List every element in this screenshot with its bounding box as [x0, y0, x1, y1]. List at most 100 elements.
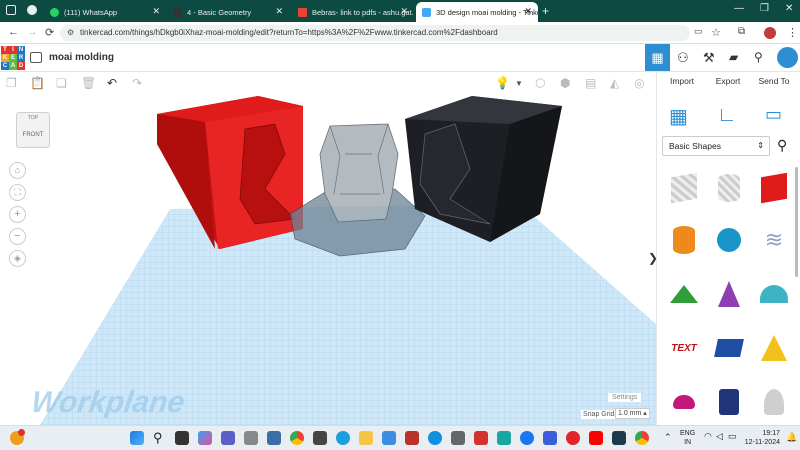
workplane-viewport[interactable]: Workplane TOP FRONT ⌂ ⛶ + − ◈ Settings S… [0, 94, 656, 425]
forward-icon[interactable]: → [27, 26, 38, 38]
export-button[interactable]: Export [705, 76, 751, 86]
add-user-icon[interactable]: ⚲ [754, 50, 763, 64]
wps-icon[interactable] [474, 431, 488, 445]
close-icon[interactable]: ✕ [400, 6, 408, 17]
shape-cone-purple[interactable] [707, 272, 751, 316]
tab-tinkercad[interactable]: 3D design moai molding - Tinke... ✕ [416, 2, 538, 22]
light-bulb-icon[interactable]: 💡 [495, 76, 510, 90]
shape-roof-green[interactable] [662, 272, 706, 316]
align-icon[interactable]: ▤ [585, 76, 596, 90]
notes-tool-icon[interactable]: ▭ [765, 104, 782, 125]
view-cube[interactable]: TOP FRONT [16, 112, 50, 148]
url-field[interactable]: ⚙ tinkercad.com/things/hDkgb0iXhaz-moai-… [60, 25, 690, 41]
extensions-icon[interactable]: ⧉ [738, 26, 745, 37]
ungroup-icon[interactable]: ⬢ [560, 76, 570, 90]
mirror-icon[interactable]: ◭ [610, 76, 619, 90]
bricks-icon[interactable]: ⚒ [703, 50, 715, 66]
bookmark-star-icon[interactable]: ☆ [711, 26, 721, 39]
chevron-up-icon[interactable]: ⌃ [664, 432, 672, 443]
chrome-menu-icon[interactable]: ⋮ [787, 26, 798, 39]
battery-icon[interactable]: ▭ [728, 431, 737, 442]
chrome-profile-icon[interactable] [27, 5, 37, 15]
shape-cylinder-striped[interactable] [707, 166, 751, 210]
reload-icon[interactable]: ⟳ [45, 26, 54, 39]
3d-view-button[interactable]: ▦ [645, 44, 670, 71]
settings-button[interactable]: Settings [608, 393, 642, 402]
tab-bebras[interactable]: Bebras- link to pdfs - ashu.gat... ✕ [292, 2, 414, 22]
panel-scrollbar[interactable] [795, 167, 798, 277]
file-explorer-icon[interactable] [359, 431, 373, 445]
fit-view-button[interactable]: ⛶ [9, 184, 26, 201]
facebook-icon[interactable] [520, 431, 534, 445]
shape-category-select[interactable]: Basic Shapes ⇕ [662, 136, 770, 156]
notifications-bell-icon[interactable]: 🔔 [786, 432, 797, 443]
app-icon-6[interactable] [612, 431, 626, 445]
shape-cylinder-orange[interactable] [662, 218, 706, 262]
close-icon[interactable]: ✕ [524, 6, 532, 17]
minimize-button[interactable]: — [734, 3, 744, 14]
camera-icon[interactable] [451, 431, 465, 445]
shape-box-striped[interactable] [662, 166, 706, 210]
site-info-icon[interactable]: ⚙ [67, 25, 74, 41]
design-list-icon[interactable] [30, 52, 42, 63]
view-cube-front[interactable]: FRONT [17, 132, 49, 138]
blocks-icon[interactable]: ⚇ [677, 50, 689, 66]
redo-icon[interactable]: ↷ [132, 76, 142, 90]
zoom-in-button[interactable]: + [9, 206, 26, 223]
shape-text-red[interactable]: TEXT [662, 326, 706, 370]
ruler-tool-icon[interactable]: ∟ [717, 104, 737, 127]
copy-icon[interactable]: ❐ [6, 76, 17, 90]
tab-basic-geometry[interactable]: 4 - Basic Geometry ✕ [167, 2, 289, 22]
photos-icon[interactable] [382, 431, 396, 445]
search-shapes-icon[interactable]: ⚲ [777, 137, 787, 154]
sim-lab-icon[interactable]: ▰ [729, 50, 738, 64]
maximize-button[interactable]: ❐ [760, 3, 769, 14]
task-view-icon[interactable] [175, 431, 189, 445]
shape-paraboloid-grey[interactable] [752, 380, 796, 424]
close-icon[interactable]: ✕ [152, 6, 160, 17]
workplane-canvas[interactable]: Workplane [0, 94, 656, 425]
shape-box-red[interactable] [752, 166, 796, 210]
transparent-moai-object[interactable] [289, 123, 426, 257]
app-icon-3[interactable] [405, 431, 419, 445]
view-cube-top[interactable]: TOP [17, 115, 49, 121]
snap-grid-select[interactable]: 1.0 mm ▴ [615, 408, 650, 419]
duplicate-icon[interactable]: ❏ [56, 76, 67, 90]
undo-icon[interactable]: ↶ [107, 76, 117, 90]
user-avatar[interactable] [777, 47, 798, 68]
new-tab-button[interactable]: + [542, 4, 549, 18]
app-icon-4[interactable] [497, 431, 511, 445]
tab-list-icon[interactable] [6, 5, 16, 15]
window-close-button[interactable]: ✕ [785, 3, 793, 14]
perspective-button[interactable]: ◈ [9, 250, 26, 267]
tab-whatsapp[interactable]: (111) WhatsApp ✕ [44, 2, 166, 22]
app-icon-1[interactable] [244, 431, 258, 445]
shape-half-sphere-pink[interactable] [662, 380, 706, 424]
shape-prism-blue[interactable] [707, 326, 751, 370]
send-to-button[interactable]: Send To [751, 76, 797, 86]
clock[interactable]: 19:17 12-11-2024 [744, 429, 780, 447]
shape-scribble[interactable]: ≋ [752, 218, 796, 262]
delete-icon[interactable]: 🗑 [81, 76, 96, 90]
skype-icon[interactable] [428, 431, 442, 445]
back-icon[interactable]: ← [8, 26, 19, 38]
chrome-icon[interactable] [290, 431, 304, 445]
profile-avatar[interactable] [764, 27, 776, 39]
volume-icon[interactable]: ◁ [716, 431, 723, 442]
youtube-icon[interactable] [589, 431, 603, 445]
chrome-active-icon[interactable] [635, 431, 649, 445]
shape-round-roof-teal[interactable] [752, 272, 796, 316]
teams-icon[interactable] [221, 431, 235, 445]
shape-sphere-blue[interactable] [707, 218, 751, 262]
search-icon[interactable]: ⚲ [153, 430, 163, 446]
start-icon[interactable] [130, 431, 144, 445]
copilot-icon[interactable] [198, 431, 212, 445]
close-icon[interactable]: ✕ [275, 6, 283, 17]
home-view-button[interactable]: ⌂ [9, 162, 26, 179]
install-app-icon[interactable]: ▭ [694, 26, 703, 37]
cruise-icon[interactable]: ◎ [634, 76, 644, 90]
app-icon-5[interactable] [543, 431, 557, 445]
language-indicator[interactable]: ENG IN [680, 429, 695, 447]
workplane-tool-icon[interactable]: ▦ [669, 104, 688, 129]
opera-icon[interactable] [566, 431, 580, 445]
